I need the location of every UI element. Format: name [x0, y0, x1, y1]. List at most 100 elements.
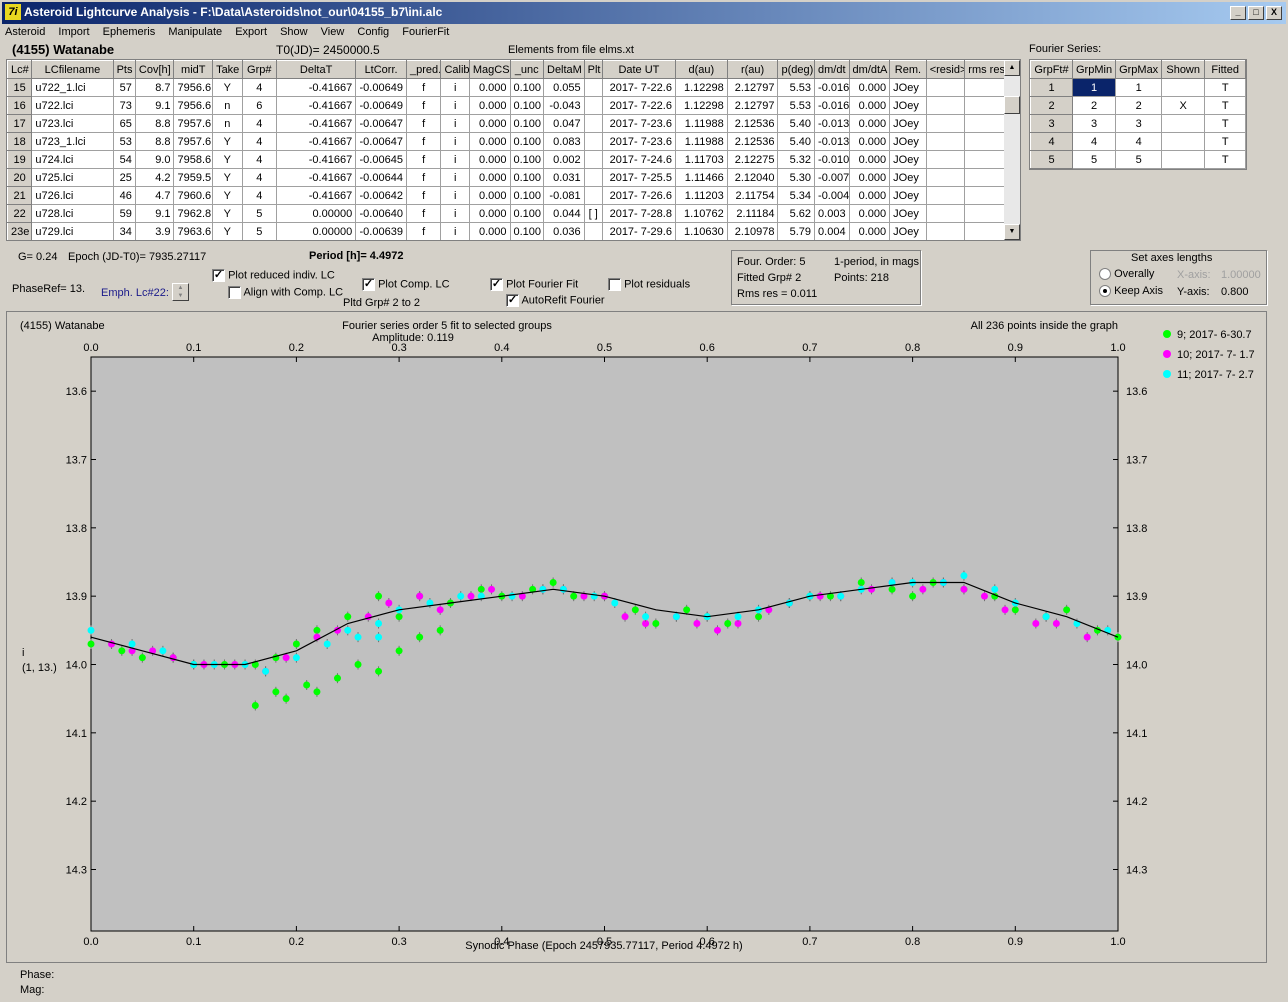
- table-cell[interactable]: -0.00649: [355, 96, 407, 115]
- table-cell[interactable]: u723.lci: [31, 114, 114, 133]
- keep-axis-radio[interactable]: Keep Axis: [1099, 285, 1163, 298]
- table-cell[interactable]: [1161, 114, 1206, 133]
- table-cell[interactable]: 8.7: [134, 78, 175, 97]
- radio-circle[interactable]: [1099, 285, 1111, 298]
- table-row[interactable]: 19 u724.lci 54 9.0 7958.6 Y 4 -0.41667 -0.00645 f…: [7, 150, 1006, 169]
- table-cell[interactable]: 1.11988: [674, 132, 728, 151]
- table-cell[interactable]: 0.002: [543, 150, 585, 169]
- table-cell[interactable]: [964, 186, 1006, 205]
- table-cell[interactable]: 7960.6: [173, 186, 214, 205]
- table-cell[interactable]: 0.100: [509, 222, 544, 240]
- table-cell[interactable]: 4: [241, 114, 278, 133]
- table-cell[interactable]: T: [1204, 114, 1247, 133]
- menu-fourierfit[interactable]: FourierFit: [397, 24, 454, 40]
- row-header[interactable]: 3: [1030, 114, 1073, 133]
- table-cell[interactable]: 0.100: [509, 114, 544, 133]
- table-cell[interactable]: 2.12797: [726, 96, 779, 115]
- table-cell[interactable]: 1.11466: [674, 168, 728, 187]
- menu-config[interactable]: Config: [352, 24, 394, 40]
- table-cell[interactable]: T: [1204, 78, 1247, 97]
- table-cell[interactable]: i: [440, 114, 470, 133]
- table-cell[interactable]: 0.083: [543, 132, 585, 151]
- table-row[interactable]: 555T: [1030, 150, 1247, 169]
- table-cell[interactable]: [583, 186, 603, 205]
- menu-ephemeris[interactable]: Ephemeris: [98, 24, 161, 40]
- x-axis-value[interactable]: 1.00000: [1221, 269, 1261, 281]
- radio-circle[interactable]: [1099, 268, 1111, 281]
- table-cell[interactable]: 4: [241, 168, 278, 187]
- table-cell[interactable]: i: [440, 168, 470, 187]
- table-cell[interactable]: 2.12275: [726, 150, 779, 169]
- table-cell[interactable]: -0.007: [814, 168, 850, 187]
- table-cell[interactable]: 9.1: [134, 204, 175, 223]
- table-cell[interactable]: 2017- 7-26.6: [601, 186, 676, 205]
- table-cell[interactable]: 5.53: [777, 96, 816, 115]
- table-cell[interactable]: [1161, 150, 1206, 169]
- table-cell[interactable]: 2017- 7-23.6: [601, 114, 676, 133]
- table-cell[interactable]: T: [1204, 150, 1247, 169]
- table-cell[interactable]: JOey: [889, 186, 927, 205]
- lc-col-header[interactable]: _pred.: [405, 60, 442, 79]
- table-cell[interactable]: 3: [1115, 114, 1163, 133]
- row-header[interactable]: 2: [1030, 96, 1073, 115]
- y-axis-value[interactable]: 0.800: [1221, 286, 1249, 298]
- fourier-col-header[interactable]: GrpMin: [1071, 60, 1117, 79]
- table-cell[interactable]: 0.00000: [276, 204, 357, 223]
- table-cell[interactable]: -0.00647: [355, 114, 407, 133]
- table-cell[interactable]: 1.11203: [674, 186, 728, 205]
- table-cell[interactable]: 2.12536: [726, 132, 779, 151]
- table-cell[interactable]: 2.12040: [726, 168, 779, 187]
- table-cell[interactable]: [583, 168, 603, 187]
- table-cell[interactable]: JOey: [889, 132, 927, 151]
- table-cell[interactable]: -0.081: [543, 186, 585, 205]
- table-cell[interactable]: [583, 150, 603, 169]
- table-cell[interactable]: 5.40: [777, 114, 816, 133]
- table-cell[interactable]: -0.41667: [276, 168, 357, 187]
- table-row[interactable]: 15 u722_1.lci 57 8.7 7956.6 Y 4 -0.41667 -0.0064…: [7, 78, 1006, 97]
- lc-col-header[interactable]: Cov[h]: [134, 60, 175, 79]
- table-cell[interactable]: 0.044: [543, 204, 585, 223]
- fourier-col-header[interactable]: Shown: [1161, 60, 1206, 79]
- table-cell[interactable]: X: [1161, 96, 1206, 115]
- table-row[interactable]: 111T: [1030, 78, 1247, 97]
- checkbox-box[interactable]: ✓: [212, 269, 225, 282]
- table-cell[interactable]: 4: [241, 186, 278, 205]
- table-cell[interactable]: -0.41667: [276, 132, 357, 151]
- table-cell[interactable]: [925, 168, 966, 187]
- table-cell[interactable]: 0.000: [468, 150, 511, 169]
- row-header[interactable]: 21: [7, 186, 33, 205]
- table-cell[interactable]: 1: [1071, 78, 1117, 97]
- table-cell[interactable]: 1.12298: [674, 96, 728, 115]
- row-header[interactable]: 17: [7, 114, 33, 133]
- lc-col-header[interactable]: Date UT: [601, 60, 676, 79]
- table-cell[interactable]: 1.10630: [674, 222, 728, 240]
- table-cell[interactable]: 5: [241, 222, 278, 240]
- table-cell[interactable]: -0.00642: [355, 186, 407, 205]
- table-cell[interactable]: 0.000: [848, 186, 891, 205]
- table-cell[interactable]: 7963.6: [173, 222, 214, 240]
- table-row[interactable]: 22 u728.lci 59 9.1 7962.8 Y 5 0.00000 -0.00640 f i…: [7, 204, 1006, 223]
- lc-col-header[interactable]: dm/dt: [814, 60, 850, 79]
- table-cell[interactable]: [964, 150, 1006, 169]
- table-cell[interactable]: JOey: [889, 150, 927, 169]
- table-cell[interactable]: JOey: [889, 96, 927, 115]
- table-cell[interactable]: 5.34: [777, 186, 816, 205]
- table-cell[interactable]: [ ]: [583, 204, 603, 223]
- lc-col-header[interactable]: Take: [212, 60, 243, 79]
- table-cell[interactable]: 8.8: [134, 132, 175, 151]
- scroll-thumb[interactable]: [1004, 96, 1020, 114]
- table-cell[interactable]: 5: [241, 204, 278, 223]
- table-cell[interactable]: -0.00647: [355, 132, 407, 151]
- table-cell[interactable]: 0.036: [543, 222, 585, 240]
- table-cell[interactable]: 0.000: [468, 168, 511, 187]
- table-cell[interactable]: 8.8: [134, 114, 175, 133]
- table-cell[interactable]: f: [405, 168, 442, 187]
- lc-col-header[interactable]: Lc#: [7, 60, 33, 79]
- table-cell[interactable]: 5.32: [777, 150, 816, 169]
- fourier-col-header[interactable]: Fitted: [1204, 60, 1247, 79]
- table-cell[interactable]: u725.lci: [31, 168, 114, 187]
- table-cell[interactable]: 0.000: [468, 114, 511, 133]
- lc-col-header[interactable]: p(deg): [777, 60, 816, 79]
- table-cell[interactable]: 2017- 7-25.5: [601, 168, 676, 187]
- autorefit-checkbox[interactable]: ✓ AutoRefit Fourier: [506, 294, 605, 307]
